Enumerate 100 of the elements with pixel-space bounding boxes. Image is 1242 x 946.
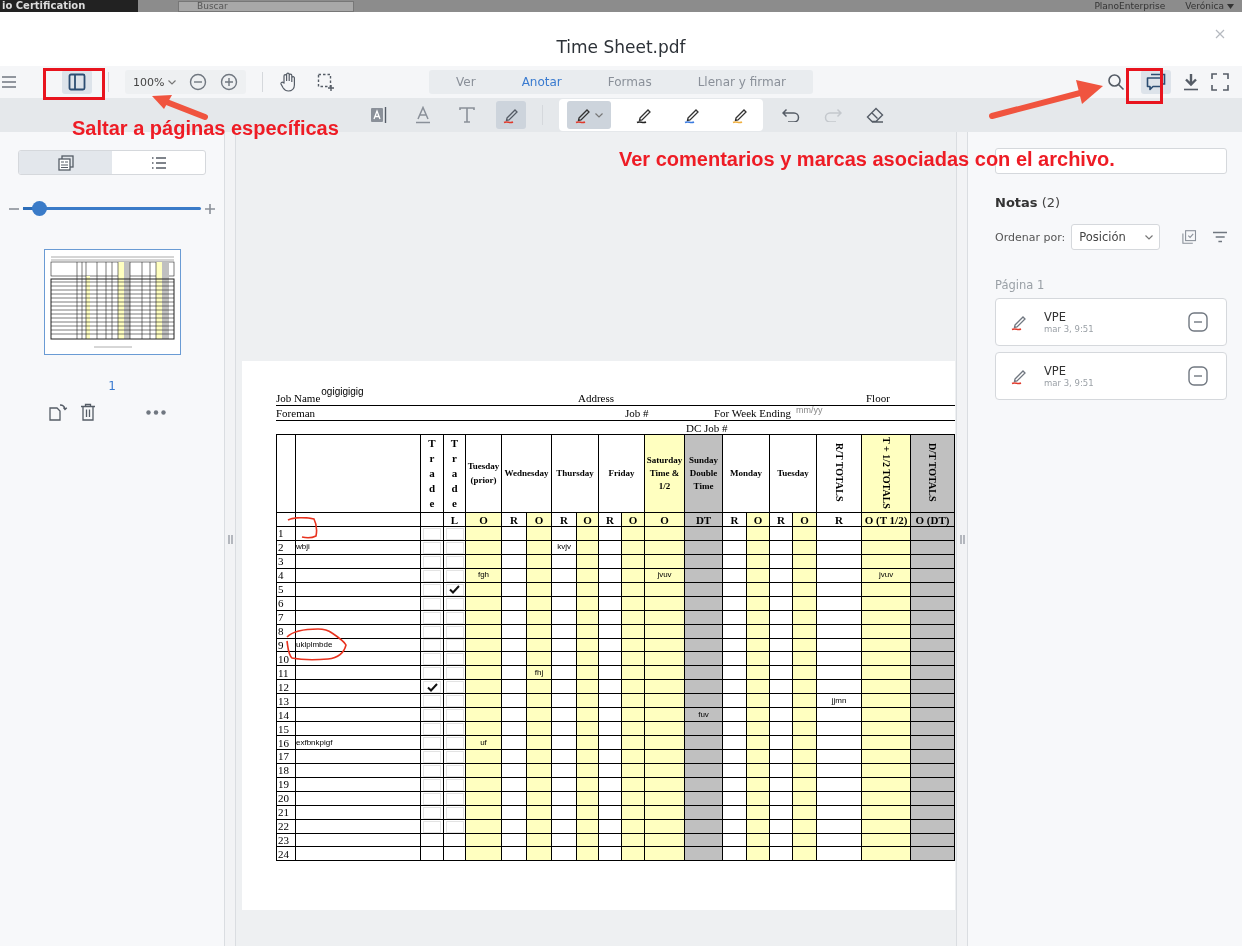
eraser-icon[interactable] [865,107,884,123]
caret-icon[interactable] [595,112,603,118]
checkbox[interactable] [445,667,464,680]
checkbox[interactable] [423,764,441,777]
checkbox[interactable] [445,597,464,610]
plus-icon[interactable] [205,203,215,214]
caret-icon[interactable] [168,79,177,85]
checkbox[interactable] [423,709,441,722]
thumbnail-size-slider[interactable] [23,201,201,216]
checkbox[interactable] [445,569,464,582]
checkbox[interactable] [445,764,464,777]
checkbox[interactable] [423,778,441,791]
user-menu[interactable]: Verónica [1185,1,1224,11]
caret-icon[interactable] [1227,3,1234,9]
close-icon[interactable] [1215,29,1225,39]
download-icon[interactable] [1183,73,1199,91]
highlight-tool-button[interactable] [495,101,526,129]
checkbox[interactable] [445,625,464,638]
checkbox[interactable] [445,723,464,736]
panel-toggle-button[interactable] [62,70,92,94]
checkbox[interactable] [423,820,441,833]
date-field[interactable]: mm/yy [796,403,823,417]
worker-name[interactable]: exfbnkpigf [296,737,333,747]
worker-name[interactable]: wbji [296,542,310,552]
checkbox[interactable] [423,639,441,652]
search-icon[interactable] [1107,73,1125,91]
checkbox[interactable] [445,778,464,791]
note-card[interactable]: VPE mar 3, 9:51 [995,352,1227,400]
checkbox[interactable] [423,597,441,610]
checkbox[interactable] [423,583,441,596]
note-card[interactable]: VPE mar 3, 9:51 [995,298,1227,346]
checkbox[interactable] [445,695,464,708]
column-subheader: R [777,513,785,526]
row-number: 3 [278,555,284,568]
more-icon[interactable] [146,409,166,415]
checkbox[interactable] [423,750,441,763]
checkbox[interactable] [445,792,464,805]
checkbox[interactable] [423,527,441,540]
column-subheader: O (T 1/2) [864,513,908,526]
checkbox[interactable] [445,611,464,624]
organization-name[interactable]: PlanoEnterprise [1094,1,1166,11]
checkbox[interactable] [423,681,441,694]
undo-icon[interactable] [781,108,800,122]
checkbox[interactable] [423,569,441,582]
resize-grip-icon[interactable] [959,534,965,544]
note-author: VPE [1044,310,1068,324]
checkbox[interactable] [423,625,441,638]
checkbox[interactable] [423,737,441,749]
multi-select-icon[interactable] [1182,229,1197,245]
sort-label: Ordenar por: [995,230,1066,244]
resize-grip-icon[interactable] [227,534,233,544]
column-subheader: L [450,513,459,526]
column-header: D/T TOTALS [927,443,939,502]
column-header: T + 1/2 TOTALS [880,436,892,509]
thumbnails-view-tab[interactable] [19,151,112,174]
collapse-icon[interactable] [1188,366,1208,386]
column-subheader: O [534,513,544,526]
checkbox[interactable] [445,806,464,819]
checkbox[interactable] [445,639,464,652]
hand-icon[interactable] [279,72,298,92]
checkbox[interactable] [445,737,464,749]
checkbox[interactable] [445,820,464,833]
checkbox[interactable] [423,653,441,666]
checkbox[interactable] [445,709,464,722]
checkbox[interactable] [423,541,441,554]
workspace-name[interactable]: io Certification [0,0,138,12]
checkbox[interactable] [445,681,464,694]
caret-icon[interactable] [1145,234,1154,240]
rotate-page-icon[interactable] [48,403,68,421]
checkbox[interactable] [423,806,441,819]
row-number: 2 [278,541,284,554]
search-field[interactable]: Buscar [178,0,354,12]
menu-icon[interactable] [2,76,16,88]
checkbox[interactable] [445,653,464,666]
page-thumbnail[interactable] [43,249,181,355]
checkbox[interactable] [423,695,441,708]
zoom-out-icon[interactable] [189,73,208,91]
checkbox[interactable] [445,555,464,568]
checkbox[interactable] [445,541,464,554]
mode-tab[interactable]: Anotar [498,70,585,94]
sort-dropdown[interactable]: Posición [1071,224,1161,250]
checkbox[interactable] [423,723,441,736]
checkbox[interactable] [423,667,441,680]
zoom-in-icon[interactable] [220,73,239,91]
checkbox[interactable] [423,792,441,805]
area-select-icon[interactable] [317,73,336,91]
checkbox[interactable] [423,555,441,568]
collapse-icon[interactable] [1188,312,1208,332]
field-value[interactable]: ogigigigig [321,385,364,399]
fullscreen-icon[interactable] [1211,73,1229,91]
cell-entry[interactable]: fuv [698,709,709,719]
row-number: 7 [278,611,284,624]
checkbox[interactable] [445,583,464,596]
cell-entry[interactable]: uf [480,737,487,747]
trash-icon[interactable] [80,403,96,421]
checkbox[interactable] [445,750,464,763]
text-icon [458,107,475,123]
filter-icon[interactable] [1212,231,1227,243]
checkbox[interactable] [445,527,464,540]
checkbox[interactable] [423,611,441,624]
